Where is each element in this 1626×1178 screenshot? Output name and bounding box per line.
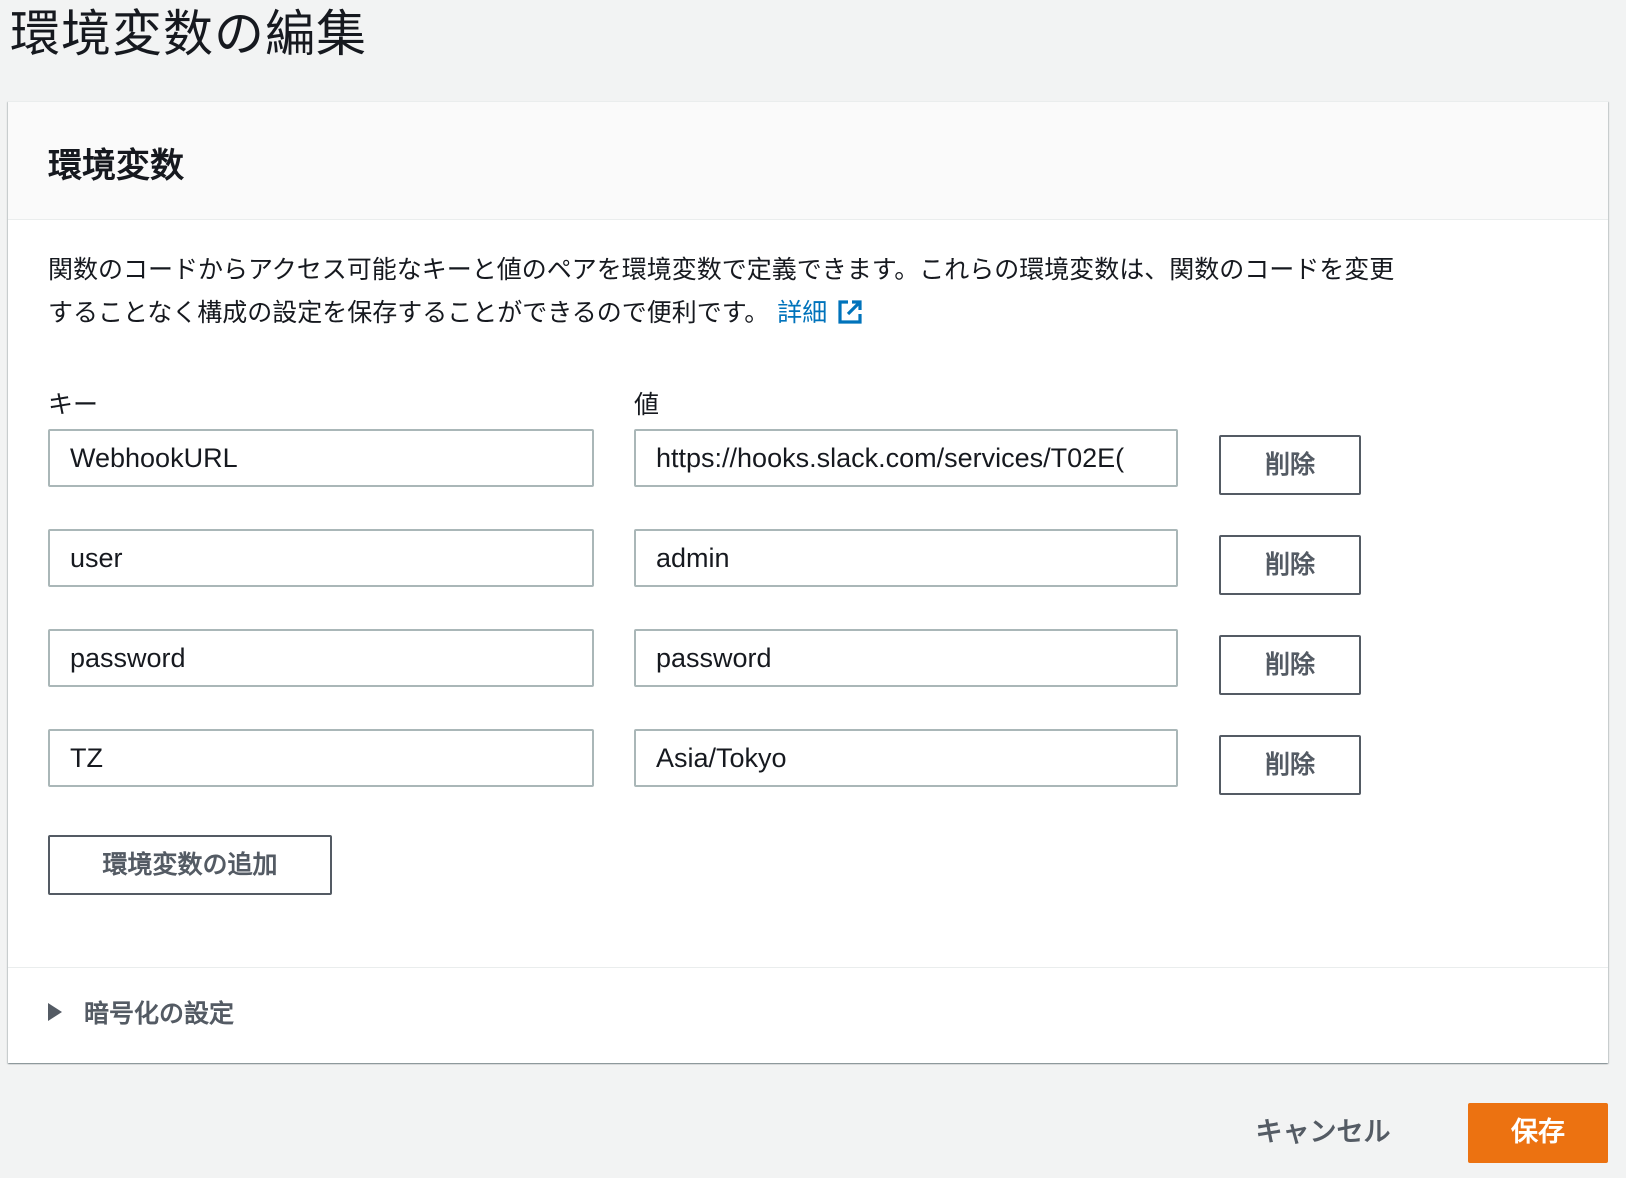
env-vars-panel: 環境変数 関数のコードからアクセス可能なキーと値のペアを環境変数で定義できます。…	[8, 101, 1608, 1063]
key-input-1[interactable]: WebhookURL	[48, 429, 594, 487]
divider	[8, 967, 1608, 968]
value-input-3[interactable]: password	[634, 629, 1178, 687]
description: 関数のコードからアクセス可能なキーと値のペアを環境変数で定義できます。これらの環…	[48, 248, 1568, 334]
remove-button-1[interactable]: 削除	[1219, 435, 1361, 495]
key-column-label: キー	[48, 390, 99, 419]
caret-right-icon	[48, 1003, 62, 1021]
key-input-2[interactable]: user	[48, 529, 594, 587]
external-link-icon	[838, 300, 862, 324]
description-line-1: 関数のコードからアクセス可能なキーと値のペアを環境変数で定義できます。これらの環…	[48, 255, 1395, 284]
cancel-button[interactable]: キャンセル	[1238, 1103, 1408, 1163]
key-input-3[interactable]: password	[48, 629, 594, 687]
learn-more-label: 詳細	[777, 298, 828, 327]
value-input-1[interactable]: https://hooks.slack.com/services/T02E(	[634, 429, 1178, 487]
remove-button-2[interactable]: 削除	[1219, 535, 1361, 595]
value-input-2[interactable]: admin	[634, 529, 1178, 587]
learn-more-link[interactable]: 詳細	[777, 298, 863, 327]
add-env-var-button[interactable]: 環境変数の追加	[48, 835, 332, 895]
remove-button-4[interactable]: 削除	[1219, 735, 1361, 795]
page-title: 環境変数の編集	[10, 5, 367, 63]
encryption-settings-label: 暗号化の設定	[84, 999, 235, 1028]
remove-button-3[interactable]: 削除	[1219, 635, 1361, 695]
value-input-4[interactable]: Asia/Tokyo	[634, 729, 1178, 787]
encryption-settings-expander[interactable]: 暗号化の設定	[48, 988, 234, 1036]
panel-title: 環境変数	[48, 146, 184, 186]
value-column-label: 値	[634, 390, 660, 419]
panel-header: 環境変数	[8, 102, 1608, 220]
key-input-4[interactable]: TZ	[48, 729, 594, 787]
save-button[interactable]: 保存	[1468, 1103, 1608, 1163]
description-line-2: することなく構成の設定を保存することができるので便利です。	[48, 298, 770, 327]
